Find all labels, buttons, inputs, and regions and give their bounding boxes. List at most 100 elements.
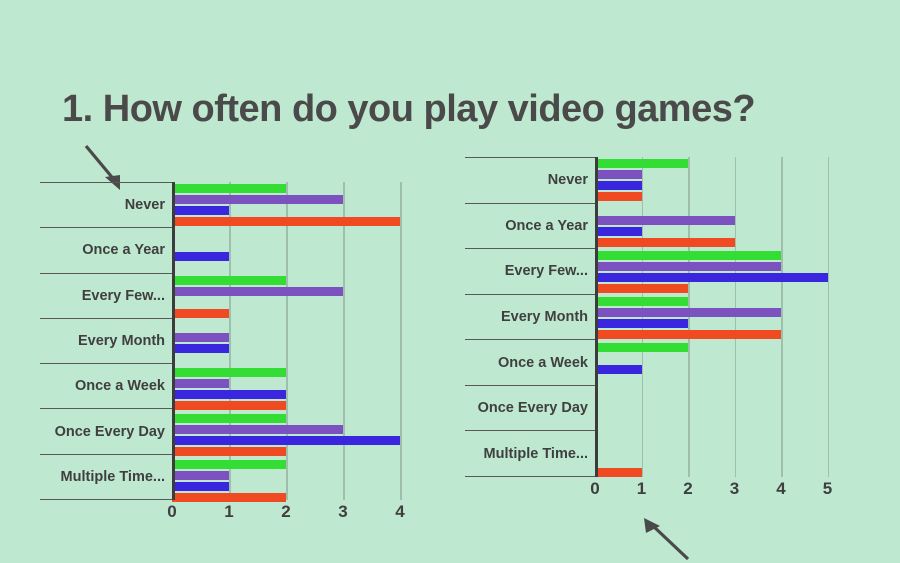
- bar-green: [595, 297, 688, 306]
- bar-purple: [595, 216, 735, 225]
- category-label-column: Never Once a Year Every Few... Every Month O…: [40, 182, 172, 500]
- bar-group: [172, 274, 415, 320]
- category-label: Once a Week: [497, 354, 588, 371]
- bar-group: [595, 433, 825, 479]
- gridline: [827, 157, 829, 477]
- bar-red: [595, 284, 688, 293]
- plot-area: [595, 157, 829, 479]
- category-row: Every Month: [40, 317, 172, 363]
- bar-group: [172, 228, 415, 274]
- bar-red: [595, 330, 781, 339]
- chart-left: Never Once a Year Every Few... Every Month O…: [40, 182, 415, 532]
- x-tick-label: 1: [224, 502, 234, 521]
- bar-blue: [595, 319, 688, 328]
- category-row: Once a Year: [40, 227, 172, 272]
- bar-red: [595, 192, 642, 201]
- bar-blue: [595, 273, 828, 282]
- x-axis: 0 1 2 3 4 5: [590, 477, 832, 509]
- bar-blue: [595, 365, 642, 374]
- bar-purple: [172, 195, 343, 204]
- category-label-column: Never Once a Year Every Few... Every Month O…: [465, 157, 595, 478]
- bar-purple: [595, 170, 642, 179]
- bar-purple: [172, 287, 343, 296]
- bar-green: [172, 276, 286, 285]
- bar-group: [172, 412, 415, 458]
- bar-blue: [172, 206, 229, 215]
- bar-groups: [595, 157, 828, 479]
- bar-blue: [172, 252, 229, 261]
- bar-green: [172, 460, 286, 469]
- x-tick-label: 0: [590, 479, 600, 498]
- bar-group: [595, 249, 828, 295]
- category-row: Once a Week: [465, 339, 595, 385]
- bar-blue: [172, 482, 229, 491]
- bar-red: [172, 217, 400, 226]
- category-row: Every Month: [465, 293, 595, 340]
- bar-purple: [172, 471, 229, 480]
- x-tick-label: 4: [395, 502, 405, 521]
- bar-purple: [172, 379, 229, 388]
- bar-red: [595, 238, 735, 247]
- y-axis-line: [172, 182, 175, 500]
- x-tick-label: 4: [776, 479, 786, 498]
- category-row: Once Every Day: [40, 408, 172, 453]
- page-title: 1. How often do you play video games?: [62, 88, 756, 130]
- bar-green: [172, 368, 286, 377]
- bar-red: [595, 468, 642, 477]
- bar-blue: [595, 181, 642, 190]
- category-label: Once a Week: [74, 378, 165, 395]
- chart-left-plot: Never Once a Year Every Few... Every Month O…: [40, 182, 415, 532]
- x-tick-label: 5: [822, 479, 833, 498]
- category-row: Never: [40, 182, 172, 227]
- slide-root: 1. How often do you play video games? Ne…: [0, 0, 900, 563]
- bar-green: [595, 251, 781, 260]
- category-label: Once Every Day: [54, 423, 165, 440]
- category-label: Every Month: [500, 309, 588, 326]
- bar-purple: [595, 308, 781, 317]
- category-row: Multiple Time...: [40, 453, 172, 500]
- chart-right: Never Once a Year Every Few... Every Month O…: [465, 157, 832, 509]
- category-row: Once a Week: [40, 363, 172, 408]
- category-label: Every Few...: [504, 263, 588, 280]
- bar-group: [595, 387, 825, 433]
- bar-group: [172, 458, 415, 504]
- x-tick-label: 2: [683, 479, 693, 498]
- category-label: Never: [547, 172, 588, 189]
- bar-group: [595, 203, 825, 249]
- bar-group: [595, 157, 825, 203]
- bar-group: [595, 341, 825, 387]
- bar-group: [172, 366, 415, 412]
- bar-group: [172, 182, 415, 228]
- bar-blue: [595, 227, 642, 236]
- category-label: Multiple Time...: [60, 468, 165, 485]
- bar-red: [172, 309, 229, 318]
- arrow-up-right-icon: [644, 518, 690, 561]
- category-label: Every Few...: [81, 287, 165, 304]
- bar-green: [172, 184, 286, 193]
- bar-green: [595, 159, 688, 168]
- bar-blue: [172, 344, 229, 353]
- x-tick-label: 2: [281, 502, 291, 521]
- y-axis-line: [595, 157, 598, 477]
- category-row: Every Few...: [465, 248, 595, 294]
- bar-purple: [595, 262, 781, 271]
- x-axis: 0 1 2 3 4: [167, 500, 415, 532]
- category-label: Once a Year: [82, 242, 165, 259]
- category-row: Multiple Time...: [465, 430, 595, 478]
- bar-group: [172, 320, 415, 366]
- category-label: Once a Year: [505, 217, 588, 234]
- chart-right-plot: Never Once a Year Every Few... Every Month O…: [465, 157, 832, 509]
- category-row: Every Few...: [40, 272, 172, 318]
- category-label: Once Every Day: [477, 400, 588, 417]
- bar-green: [595, 343, 688, 352]
- x-tick-label: 3: [338, 502, 348, 521]
- bar-group: [595, 295, 825, 341]
- bar-red: [172, 401, 286, 410]
- x-tick-label: 3: [729, 479, 740, 498]
- bar-groups: [172, 182, 415, 502]
- category-row: Never: [465, 157, 595, 203]
- bar-purple: [172, 333, 229, 342]
- bar-blue: [172, 390, 286, 399]
- bar-green: [172, 414, 286, 423]
- x-tick-label: 0: [167, 502, 177, 521]
